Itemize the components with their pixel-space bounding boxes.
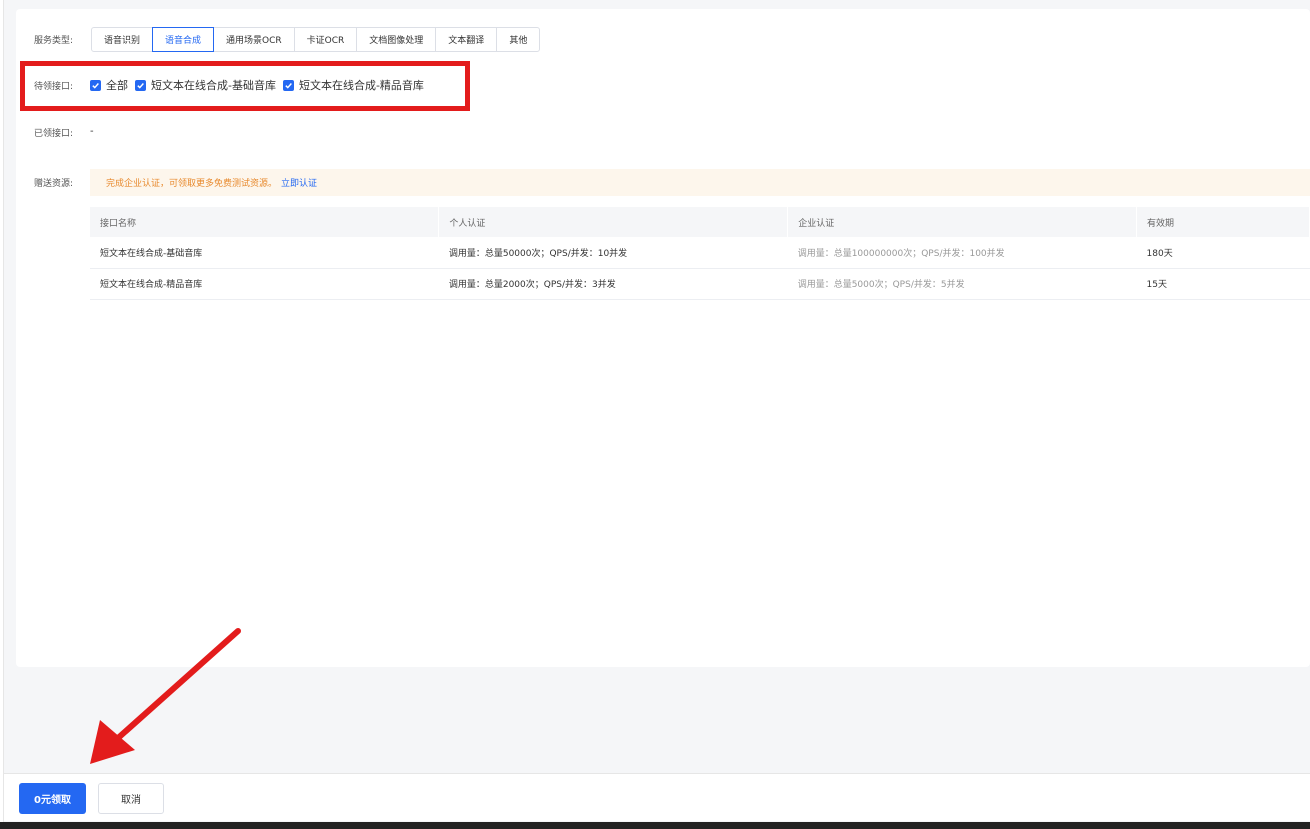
claimed-interfaces-value: - [90, 126, 94, 137]
table-row: 短文本在线合成-基础音库 调用量：总量50000次；QPS/并发：10并发 调用… [90, 237, 1310, 269]
pending-interfaces-checkboxes: 全部 短文本在线合成-基础音库 短文本在线合成-精品音库 [90, 77, 431, 93]
cell-interface-name: 短文本在线合成-基础音库 [90, 237, 439, 269]
left-edge-strip [0, 0, 4, 829]
cell-interface-name: 短文本在线合成-精品音库 [90, 268, 439, 300]
tab-speech-synthesis[interactable]: 语音合成 [152, 27, 215, 52]
header-enterprise-cert: 企业认证 [787, 207, 1138, 237]
cell-validity: 180天 [1136, 237, 1310, 269]
checkbox-premium-voice[interactable]: 短文本在线合成-精品音库 [282, 77, 424, 93]
cell-personal-cert: 调用量：总量50000次；QPS/并发：10并发 [438, 237, 788, 269]
checkbox-premium-voice-label: 短文本在线合成-精品音库 [298, 79, 424, 92]
tab-text-translation[interactable]: 文本翻译 [435, 27, 498, 52]
checkbox-all-label: 全部 [106, 79, 128, 92]
resource-table: 接口名称 个人认证 企业认证 有效期 短文本在线合成-基础音库 调用量：总量50… [90, 207, 1310, 300]
checkbox-checked-icon [90, 79, 101, 91]
tab-card-ocr[interactable]: 卡证OCR [293, 27, 358, 52]
footer-bar: 0元领取 取消 [4, 773, 1310, 821]
tab-document-image[interactable]: 文档图像处理 [356, 27, 437, 52]
certification-notice: 完成企业认证，可领取更多免费测试资源。 立即认证 [90, 169, 1310, 196]
checkbox-checked-icon [135, 79, 146, 91]
tab-other[interactable]: 其他 [496, 27, 541, 52]
gift-resources-label: 赠送资源: [34, 179, 74, 189]
header-interface-name: 接口名称 [90, 207, 440, 237]
claimed-interfaces-label: 已领接口: [34, 129, 74, 139]
tab-speech-recognition[interactable]: 语音识别 [91, 27, 154, 52]
claim-free-button[interactable]: 0元领取 [19, 783, 86, 814]
checkbox-checked-icon [282, 79, 294, 91]
service-type-label: 服务类型: [34, 36, 74, 46]
cancel-button[interactable]: 取消 [98, 783, 164, 814]
service-type-tabs: 语音识别 语音合成 通用场景OCR 卡证OCR 文档图像处理 文本翻译 其他 [91, 27, 541, 52]
pending-interfaces-label: 待领接口: [34, 82, 74, 92]
table-header-row: 接口名称 个人认证 企业认证 有效期 [90, 207, 1310, 237]
table-row: 短文本在线合成-精品音库 调用量：总量2000次；QPS/并发：3并发 调用量：… [90, 268, 1310, 300]
tab-general-ocr[interactable]: 通用场景OCR [213, 27, 295, 52]
checkbox-basic-voice[interactable]: 短文本在线合成-基础音库 [135, 77, 276, 93]
annotation-arrow-icon [90, 628, 241, 764]
header-validity: 有效期 [1136, 207, 1310, 237]
certify-now-link[interactable]: 立即认证 [281, 176, 317, 189]
cell-personal-cert: 调用量：总量2000次；QPS/并发：3并发 [438, 268, 788, 300]
cell-validity: 15天 [1136, 268, 1310, 300]
claim-panel: 服务类型: 语音识别 语音合成 通用场景OCR 卡证OCR 文档图像处理 文本翻… [16, 9, 1310, 667]
checkbox-basic-voice-label: 短文本在线合成-基础音库 [151, 79, 276, 92]
taskbar-strip [0, 822, 1310, 829]
checkbox-all[interactable]: 全部 [90, 77, 128, 93]
header-personal-cert: 个人认证 [438, 207, 789, 237]
cell-enterprise-cert: 调用量：总量5000次；QPS/并发：5并发 [787, 268, 1137, 300]
notice-text: 完成企业认证，可领取更多免费测试资源。 [106, 179, 278, 189]
cell-enterprise-cert: 调用量：总量100000000次；QPS/并发：100并发 [787, 237, 1137, 269]
